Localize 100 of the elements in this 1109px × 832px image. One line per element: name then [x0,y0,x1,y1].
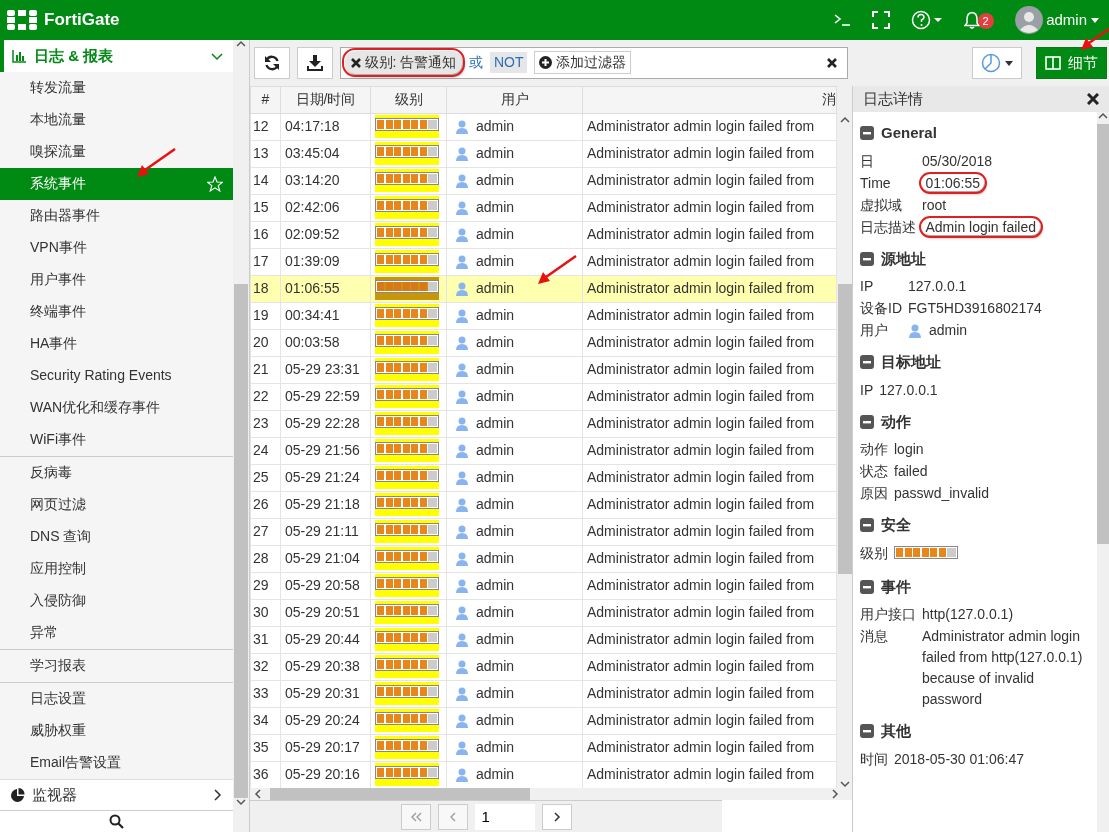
section-title: 动作 [881,411,911,432]
filter-field[interactable]: 级别: 告警通知 或 NOT 添加过滤器 [340,46,848,79]
filter-chip[interactable]: 级别: 告警通知 [345,51,462,75]
user-icon [455,281,469,297]
caret-icon [1004,60,1013,66]
close-icon[interactable] [1087,93,1099,105]
table-cell: Administrator admin login failed from [582,302,837,330]
scroll-up-icon[interactable] [236,40,247,48]
field-label: 用户接口 [860,605,916,624]
table-cell: Administrator admin login failed from [582,329,837,357]
column-header[interactable]: 消 [582,86,837,114]
collapse-icon[interactable] [860,414,874,429]
chart-dropdown-button[interactable] [972,47,1022,79]
table-cell-text: admin [476,279,515,299]
search-icon[interactable] [109,814,125,830]
field-label: 原因 [860,484,888,503]
table-cell: 05-29 21:04 [280,545,371,573]
table-cell-text: admin [476,603,515,623]
scroll-right-icon[interactable] [830,789,839,800]
refresh-button[interactable] [254,46,290,79]
table-cell-text: admin [476,117,515,137]
menu-item[interactable]: 系统事件 [0,167,234,200]
field-label: Time [860,173,892,193]
field-label: 状态 [860,462,888,481]
user-icon [455,173,469,189]
user-icon [455,389,469,405]
table-cell: 03:14:20 [280,167,371,195]
scroll-down-icon[interactable] [839,780,850,789]
close-icon[interactable] [351,57,361,68]
scroll-up-icon[interactable] [1098,112,1108,120]
user-menu[interactable]: admin [1014,6,1099,34]
caret-icon [1090,17,1099,23]
collapse-icon[interactable] [860,355,874,370]
table-cell: 01:06:55 [280,275,371,303]
table-cell-text: admin [476,252,515,272]
collapse-icon[interactable] [860,251,874,266]
scrollbar-thumb[interactable] [837,283,852,574]
scrollbar-thumb[interactable] [269,788,530,801]
scroll-down-icon[interactable] [236,798,247,806]
collapse-icon[interactable] [860,579,874,594]
table-cell-text: admin [476,765,515,785]
cli-console-icon[interactable] [832,13,851,27]
scrollbar-thumb[interactable] [234,283,249,799]
row-number: 29 [250,572,281,600]
column-header[interactable]: 级别 [370,86,447,114]
table-cell: Administrator admin login failed from [582,383,837,411]
table-cell-text: admin [476,684,515,704]
not-toggle[interactable]: NOT [489,52,528,74]
row-number: 31 [250,626,281,654]
field-label: IP [860,380,874,400]
details-button[interactable]: 细节 [1036,47,1107,79]
field-label: 动作 [860,440,888,459]
user-icon [455,254,469,270]
table-cell: 05-29 20:58 [280,572,371,600]
table-cell-text: admin [476,711,515,731]
scroll-up-icon[interactable] [839,115,850,124]
table-cell: Administrator admin login failed from [582,680,837,708]
pie-chart-icon [10,787,25,802]
user-icon [908,323,922,338]
notifications-button[interactable]: 2 [963,11,994,29]
row-number: 19 [250,302,281,330]
add-filter-button[interactable]: 添加过滤器 [534,51,631,75]
row-number: 30 [250,599,281,627]
field-label: IP [860,277,875,296]
next-page-button[interactable] [541,803,572,830]
column-header[interactable]: 日期/时间 [280,86,371,114]
table-cell: 05-29 20:51 [280,599,371,627]
fullscreen-icon[interactable] [871,11,890,29]
menu-section[interactable]: 日志 & 报表 [0,40,234,72]
section-title: 源地址 [881,248,926,269]
row-number: 24 [250,437,281,465]
menu-section[interactable]: 监视器 [0,778,234,811]
table-cell: Administrator admin login failed from [582,626,837,654]
table-cell-text: admin [476,576,515,596]
section-title: 事件 [881,576,911,597]
star-icon[interactable] [207,175,224,192]
bar-chart-icon [12,48,27,63]
table-cell-text: admin [476,225,515,245]
collapse-icon[interactable] [860,724,874,739]
user-icon [455,524,469,540]
field-value: failed [894,463,928,479]
help-icon[interactable] [910,10,943,30]
or-toggle[interactable]: 或 [468,52,483,74]
table-cell: 05-29 22:59 [280,383,371,411]
user-icon [455,200,469,216]
column-header[interactable]: 用户 [446,86,583,114]
download-button[interactable] [297,46,333,79]
table-cell: Administrator admin login failed from [582,653,837,681]
clear-icon[interactable] [827,57,837,68]
row-number: 14 [250,167,281,195]
page-field[interactable]: 1 [474,803,535,830]
scroll-left-icon[interactable] [253,789,262,800]
collapse-icon[interactable] [860,518,874,533]
column-header[interactable]: # [250,86,281,114]
chevron-right-icon [211,788,224,801]
scrollbar-thumb[interactable] [1097,124,1109,544]
table-cell: Administrator admin login failed from [582,221,837,249]
table-cell: 05-29 20:44 [280,626,371,654]
table-cell-text: admin [476,630,515,650]
collapse-icon[interactable] [860,126,874,141]
